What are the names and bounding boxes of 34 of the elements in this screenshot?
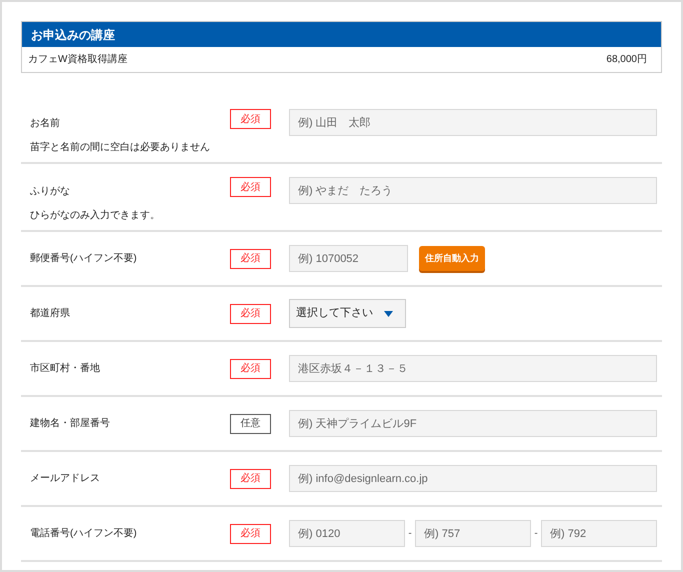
required-badge: 必須 xyxy=(230,524,271,544)
phone-number-field[interactable]: 例) 757 xyxy=(415,520,531,547)
required-badge: 必須 xyxy=(230,109,271,129)
optional-badge: 任意 xyxy=(230,414,271,434)
text-field[interactable]: 例) やまだ たろう xyxy=(289,177,657,204)
separator-dash: - xyxy=(533,527,539,541)
postal-code-field[interactable]: 例) 1070052 xyxy=(289,245,408,272)
field-label: 建物名・部屋番号 xyxy=(30,416,111,431)
text-field[interactable]: 例) 山田 太郎 xyxy=(289,109,657,136)
dropdown-caret-icon xyxy=(384,310,393,316)
phone-number-field[interactable]: 例) 0120 xyxy=(289,520,405,547)
field-label: ふりがな xyxy=(30,185,71,199)
course-name: カフェW資格取得講座 xyxy=(28,52,128,67)
field-label: 郵便番号(ハイフン不要) xyxy=(30,252,138,266)
phone-number-field[interactable]: 例) 792 xyxy=(541,520,657,547)
text-field[interactable]: 例) info@designlearn.co.jp xyxy=(289,465,657,492)
required-badge: 必須 xyxy=(230,468,271,488)
field-note: ひらがなのみ入力できます。 xyxy=(30,208,161,223)
field-label: メールアドレス xyxy=(30,472,101,486)
required-badge: 必須 xyxy=(230,304,271,324)
prefecture-select[interactable]: 選択して下さい xyxy=(289,299,406,328)
field-label: 電話番号(ハイフン不要) xyxy=(30,526,138,541)
text-field[interactable]: 港区赤坂４－１３－５ xyxy=(289,355,657,382)
course-price: 68,000円 xyxy=(606,53,647,67)
required-badge: 必須 xyxy=(230,358,271,378)
field-label: 都道府県 xyxy=(30,306,71,321)
field-label: お名前 xyxy=(30,117,61,131)
field-label: 市区町村・番地 xyxy=(30,362,101,376)
required-badge: 必須 xyxy=(230,248,271,268)
separator-dash: - xyxy=(407,527,413,541)
field-note: 苗字と名前の間に空白は必要ありません xyxy=(30,140,211,155)
text-field[interactable]: 例) 天神プライムビル9F xyxy=(289,410,657,437)
section-header: お申込みの講座 xyxy=(22,22,661,47)
required-badge: 必須 xyxy=(230,177,271,197)
